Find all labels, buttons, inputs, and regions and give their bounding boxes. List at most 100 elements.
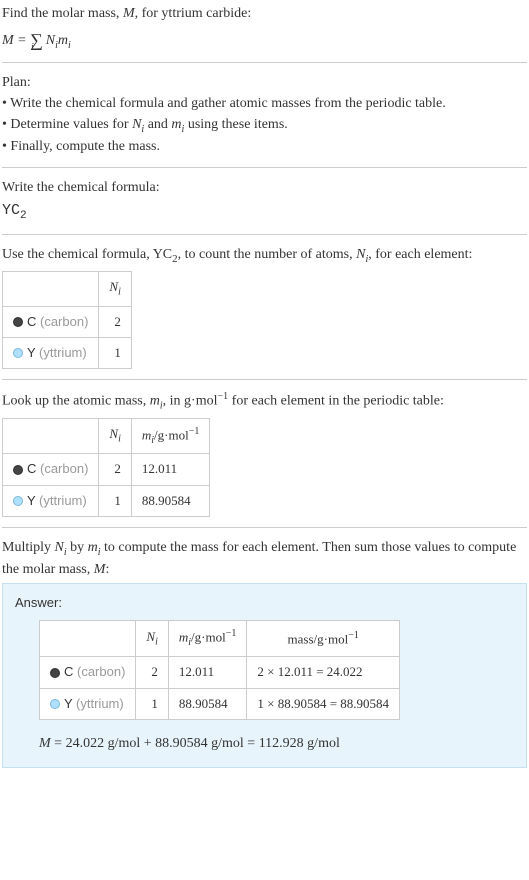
- col-N-sub: i: [118, 434, 121, 445]
- divider: [2, 379, 527, 380]
- formula-eq: =: [14, 33, 30, 48]
- elem-name: (carbon): [73, 664, 125, 679]
- multiply-section: Multiply Ni by mi to compute the mass fo…: [2, 538, 527, 768]
- plan-bullet-1: • Write the chemical formula and gather …: [2, 94, 527, 114]
- element-dot-icon: [50, 699, 60, 709]
- elem-letter: C: [64, 664, 73, 679]
- plan-b2-m: m: [171, 117, 181, 132]
- mult-end: :: [105, 562, 109, 577]
- lookup-mid: , in g·mol: [163, 394, 218, 409]
- intro-line1: Find the molar mass,: [2, 6, 123, 21]
- lookup-section: Look up the atomic mass, mi, in g·mol−1 …: [2, 390, 527, 517]
- elem-cell: Y (yttrium): [3, 485, 99, 516]
- elem-letter: C: [27, 314, 36, 329]
- m-cell: 88.90584: [131, 485, 209, 516]
- col-N-text: N: [109, 426, 118, 441]
- col-m-pre: m: [142, 427, 151, 442]
- chem-base: YC: [2, 202, 20, 219]
- intro-var-M: M: [123, 6, 135, 21]
- plan-b2-and: and: [144, 117, 171, 132]
- chem-sub: 2: [20, 210, 27, 222]
- divider: [2, 167, 527, 168]
- col-m-mid: /g·mol: [191, 630, 226, 645]
- elem-letter: C: [27, 461, 36, 476]
- answer-box: Answer: Ni mi/g·mol−1 mass/g·mol−1 C (ca…: [2, 583, 527, 768]
- elem-cell: C (carbon): [3, 454, 99, 485]
- plan-section: Plan: • Write the chemical formula and g…: [2, 73, 527, 157]
- plan-header: Plan:: [2, 73, 527, 93]
- col-N-text: N: [109, 279, 118, 294]
- col-N-sub: i: [118, 287, 121, 298]
- element-dot-icon: [50, 668, 60, 678]
- lookup-start: Look up the atomic mass,: [2, 394, 150, 409]
- element-dot-icon: [13, 348, 23, 358]
- elem-name: (yttrium): [35, 345, 86, 360]
- elem-name: (yttrium): [72, 696, 123, 711]
- final-mass-line: M = 24.022 g/mol + 88.90584 g/mol = 112.…: [39, 734, 514, 754]
- elem-name: (yttrium): [35, 493, 86, 508]
- count-table: Ni C (carbon) 2 Y (yttrium) 1: [2, 271, 132, 369]
- plan-bullet-2: • Determine values for Ni and mi using t…: [2, 115, 527, 137]
- table-row: Y (yttrium) 1: [3, 337, 132, 368]
- mult-by: by: [67, 540, 88, 555]
- col-m-exp: −1: [226, 628, 237, 639]
- col-blank: [40, 621, 136, 657]
- col-m-mid: /g·mol: [154, 427, 189, 442]
- col-N-sub: i: [155, 637, 158, 648]
- table-row: Y (yttrium) 1 88.90584 1 × 88.90584 = 88…: [40, 688, 400, 719]
- n-cell: 2: [99, 454, 131, 485]
- n-cell: 1: [136, 688, 168, 719]
- formula-M: M: [2, 33, 14, 48]
- n-cell: 2: [136, 657, 168, 688]
- mult-M: M: [94, 562, 106, 577]
- table-row: C (carbon) 2 12.011: [3, 454, 210, 485]
- col-N-text: N: [146, 629, 155, 644]
- elem-name: (carbon): [36, 461, 88, 476]
- n-cell: 2: [99, 306, 131, 337]
- lookup-m: m: [150, 394, 160, 409]
- lookup-table: Ni mi/g·mol−1 C (carbon) 2 12.011 Y (ytt…: [2, 418, 210, 517]
- molar-mass-formula: M = ∑iNimi: [2, 26, 527, 53]
- divider: [2, 62, 527, 63]
- mass-cell: 2 × 12.011 = 24.022: [247, 657, 400, 688]
- lookup-exp: −1: [218, 391, 229, 402]
- chem-formula-section: Write the chemical formula: YC2: [2, 178, 527, 224]
- element-dot-icon: [13, 496, 23, 506]
- table-row: C (carbon) 2 12.011 2 × 12.011 = 24.022: [40, 657, 400, 688]
- final-M: M: [39, 736, 51, 751]
- count-text: Use the chemical formula, YC2, to count …: [2, 245, 527, 267]
- col-m-exp: −1: [189, 426, 200, 437]
- element-dot-icon: [13, 317, 23, 327]
- col-m: mi/g·mol−1: [131, 418, 209, 454]
- mult-start: Multiply: [2, 540, 55, 555]
- m-cell: 88.90584: [168, 688, 246, 719]
- elem-name: (carbon): [36, 314, 88, 329]
- col-N: Ni: [136, 621, 168, 657]
- mult-m: m: [88, 540, 98, 555]
- col-blank: [3, 272, 99, 307]
- count-mid: , to count the number of atoms,: [178, 247, 356, 262]
- chem-formula: YC2: [2, 200, 527, 224]
- table-header-row: Ni mi/g·mol−1 mass/g·mol−1: [40, 621, 400, 657]
- intro-line1-end: , for yttrium carbide:: [135, 6, 252, 21]
- table-header-row: Ni: [3, 272, 132, 307]
- formula-m-sub: i: [68, 39, 71, 50]
- lookup-end: for each element in the periodic table:: [228, 394, 444, 409]
- chem-header: Write the chemical formula:: [2, 178, 527, 198]
- mass-cell: 1 × 88.90584 = 88.90584: [247, 688, 400, 719]
- table-row: Y (yttrium) 1 88.90584: [3, 485, 210, 516]
- m-cell: 12.011: [168, 657, 246, 688]
- lookup-text: Look up the atomic mass, mi, in g·mol−1 …: [2, 390, 527, 413]
- intro-section: Find the molar mass, M, for yttrium carb…: [2, 4, 527, 52]
- col-N: Ni: [99, 418, 131, 454]
- col-m-pre: m: [179, 630, 188, 645]
- multiply-text: Multiply Ni by mi to compute the mass fo…: [2, 538, 527, 579]
- elem-cell: C (carbon): [3, 306, 99, 337]
- final-eq: = 24.022 g/mol + 88.90584 g/mol = 112.92…: [51, 736, 340, 751]
- mult-N: N: [55, 540, 64, 555]
- table-header-row: Ni mi/g·mol−1: [3, 418, 210, 454]
- col-N: Ni: [99, 272, 131, 307]
- col-m: mi/g·mol−1: [168, 621, 246, 657]
- elem-cell: C (carbon): [40, 657, 136, 688]
- sum-index: i: [31, 42, 34, 53]
